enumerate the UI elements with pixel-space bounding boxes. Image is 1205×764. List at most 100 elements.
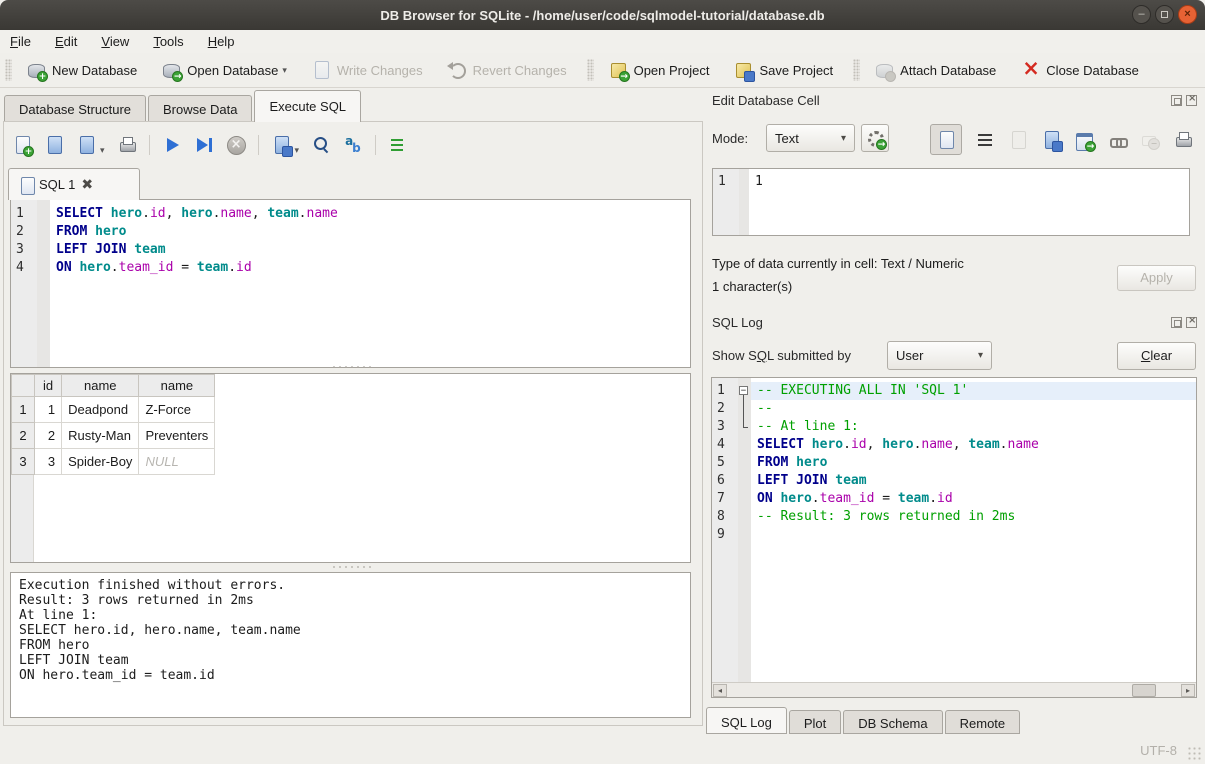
execute-current-line-icon[interactable]: [194, 135, 214, 155]
table-row[interactable]: 33Spider-BoyNULL: [12, 449, 215, 475]
replace-icon[interactable]: [343, 135, 363, 155]
tab-database-structure[interactable]: Database Structure: [4, 95, 146, 122]
close-database-button[interactable]: Close Database: [1011, 55, 1148, 85]
scroll-right-icon[interactable]: ▸: [1181, 684, 1195, 697]
badge-icon: +: [37, 71, 48, 82]
tab-execute-sql[interactable]: Execute SQL: [254, 90, 361, 122]
save-project-button[interactable]: Save Project: [724, 55, 842, 85]
open-sql-options-icon[interactable]: [76, 135, 96, 155]
resize-grip[interactable]: [1187, 746, 1201, 760]
log-filter-select[interactable]: User ▾: [887, 341, 992, 370]
splitter-results-message[interactable]: [10, 564, 691, 570]
save-results-icon[interactable]: [271, 135, 291, 155]
cell[interactable]: Z-Force: [139, 397, 215, 423]
menu-item-edit[interactable]: Edit: [55, 34, 77, 49]
cell[interactable]: Spider-Boy: [62, 449, 139, 475]
splitter-editor-results[interactable]: [10, 364, 691, 370]
column-header-name[interactable]: name: [139, 375, 215, 397]
word-wrap-icon[interactable]: [975, 130, 995, 150]
dock-tab-db-schema[interactable]: DB Schema: [843, 710, 942, 734]
apply-button[interactable]: Apply: [1117, 265, 1196, 291]
row-header[interactable]: 2: [12, 423, 35, 449]
cell[interactable]: NULL: [139, 449, 215, 475]
set-null-icon[interactable]: [1140, 130, 1160, 150]
cell[interactable]: Preventers: [139, 423, 215, 449]
chevron-down-icon: ▾: [295, 145, 300, 156]
close-sql-tab-icon[interactable]: ✖: [81, 176, 93, 193]
fold-guide-end: [743, 418, 744, 427]
menu-item-view[interactable]: View: [101, 34, 129, 49]
row-header[interactable]: 1: [12, 397, 35, 423]
dock-tab-sql-log[interactable]: SQL Log: [706, 707, 787, 734]
dock-tab-plot[interactable]: Plot: [789, 710, 841, 734]
open-external-icon[interactable]: →: [1074, 130, 1094, 150]
execute-all-icon[interactable]: [162, 135, 182, 155]
cell[interactable]: 3: [35, 449, 62, 475]
open-database-button[interactable]: →Open Database▾: [152, 55, 296, 85]
cell[interactable]: Rusty-Man: [62, 423, 139, 449]
sql-editor[interactable]: 1SELECT hero.id, hero.name, team.name2FR…: [10, 199, 691, 368]
print-cell-icon[interactable]: [1173, 130, 1193, 150]
mode-settings-button[interactable]: →: [861, 124, 889, 152]
title-bar[interactable]: DB Browser for SQLite - /home/user/code/…: [0, 0, 1205, 30]
format-sql-icon[interactable]: [388, 135, 408, 155]
line-number: 4: [11, 259, 37, 277]
results-grid[interactable]: idnamename11DeadpondZ-Force22Rusty-ManPr…: [10, 373, 691, 563]
revert-changes-icon: [447, 60, 467, 80]
stop-execution-icon[interactable]: [226, 135, 246, 155]
tab-browse-data[interactable]: Browse Data: [148, 95, 252, 122]
float-panel-icon[interactable]: [1171, 317, 1182, 328]
table-row[interactable]: 11DeadpondZ-Force: [12, 397, 215, 423]
code-text: [751, 526, 1196, 544]
cell[interactable]: Deadpond: [62, 397, 139, 423]
sql-log-view[interactable]: 1−-- EXECUTING ALL IN 'SQL 1'2--3-- At l…: [711, 377, 1197, 698]
clear-log-button[interactable]: Clear: [1117, 342, 1196, 370]
close-panel-icon[interactable]: [1186, 317, 1197, 328]
toolbar-divider: [149, 135, 150, 155]
row-header[interactable]: 3: [12, 449, 35, 475]
float-panel-icon[interactable]: [1171, 95, 1182, 106]
menu-item-help[interactable]: Help: [208, 34, 235, 49]
close-button[interactable]: ×: [1178, 5, 1197, 24]
open-project-button[interactable]: →Open Project: [599, 55, 719, 85]
badge-icon: →: [1085, 141, 1096, 152]
log-horizontal-scrollbar[interactable]: ◂ ▸: [712, 682, 1196, 697]
cell-size-info: 1 character(s): [712, 275, 964, 298]
tab-sql-1[interactable]: SQL 1 ✖: [8, 168, 140, 200]
code-line: 2--: [712, 400, 1196, 418]
export-data-icon[interactable]: [1041, 130, 1061, 150]
encoding-indicator[interactable]: UTF-8: [1140, 743, 1177, 758]
link-cell-icon[interactable]: [1107, 130, 1127, 150]
scroll-left-icon[interactable]: ◂: [713, 684, 727, 697]
new-database-button[interactable]: + New Database: [17, 55, 146, 85]
find-icon[interactable]: [311, 135, 331, 155]
toolbar-button-label: New Database: [52, 63, 137, 78]
sql-editor-toolbar: +▾▾: [12, 130, 408, 160]
import-data-icon[interactable]: [1008, 130, 1028, 150]
cell[interactable]: 2: [35, 423, 62, 449]
open-sql-file-icon[interactable]: [44, 135, 64, 155]
cell[interactable]: 1: [35, 397, 62, 423]
close-panel-icon[interactable]: [1186, 95, 1197, 106]
cell-editor[interactable]: 1 1: [712, 168, 1190, 236]
new-sql-tab-icon[interactable]: +: [12, 135, 32, 155]
toolbar-divider: [375, 135, 376, 155]
table-row[interactable]: 22Rusty-ManPreventers: [12, 423, 215, 449]
mode-select[interactable]: Text ▾: [766, 124, 855, 152]
maximize-button[interactable]: [1155, 5, 1174, 24]
menu-item-file[interactable]: File: [10, 34, 31, 49]
column-header-id[interactable]: id: [35, 375, 62, 397]
column-header-name[interactable]: name: [62, 375, 139, 397]
minimize-button[interactable]: –: [1132, 5, 1151, 24]
attach-database-button[interactable]: Attach Database: [865, 55, 1005, 85]
null-value: NULL: [145, 454, 178, 469]
dock-tab-remote[interactable]: Remote: [945, 710, 1021, 734]
code-text: SELECT hero.id, hero.name, team.name: [50, 205, 690, 223]
menu-item-tools[interactable]: Tools: [153, 34, 183, 49]
scrollbar-thumb[interactable]: [1132, 684, 1156, 697]
fold-cell: [738, 418, 751, 436]
collapse-icon[interactable]: −: [739, 386, 748, 395]
text-mode-icon[interactable]: [936, 130, 956, 150]
print-sql-icon[interactable]: [117, 135, 137, 155]
text-mode-toggle[interactable]: [930, 124, 962, 155]
